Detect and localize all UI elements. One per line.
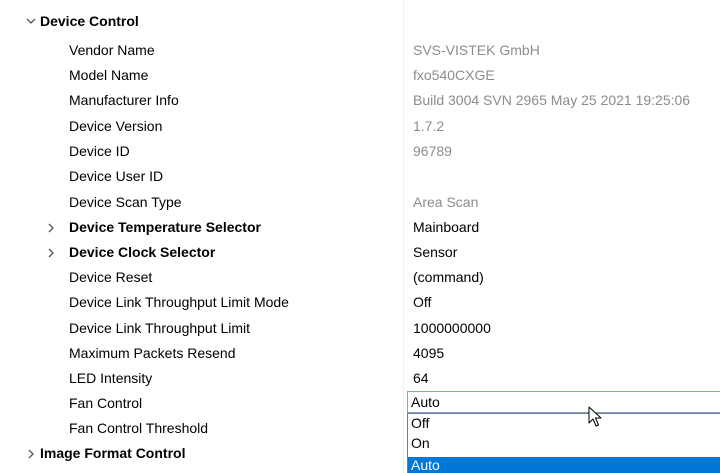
property-name: Device Version [69,118,163,134]
chevron-down-icon[interactable] [24,9,38,34]
property-name: Device Reset [69,269,153,285]
fan-control-combobox[interactable]: Auto [407,391,720,413]
dropdown-option-auto[interactable]: Auto [408,457,720,473]
mouse-pointer-icon [588,406,602,431]
property-value[interactable]: 64 [413,366,429,391]
property-value: fxo540CXGE [413,67,495,83]
property-row-model-name[interactable]: Model Name fxo540CXGE [0,63,720,88]
chevron-right-icon[interactable] [44,240,58,265]
property-name: Device Temperature Selector [69,219,261,235]
property-name: Manufacturer Info [69,92,179,108]
property-row-manufacturer-info[interactable]: Manufacturer Info Build 3004 SVN 2965 Ma… [0,88,720,113]
property-row-maximum-packets-resend[interactable]: Maximum Packets Resend 4095 [0,341,720,366]
property-name: Device Link Throughput Limit Mode [69,294,289,310]
property-value[interactable]: 4095 [413,341,444,366]
property-value: SVS-VISTEK GmbH [413,42,540,58]
property-name: Device Link Throughput Limit [69,320,251,336]
dropdown-option-off[interactable]: Off [408,415,720,432]
property-value[interactable]: Mainboard [413,215,479,240]
fan-control-dropdown-list[interactable]: Off On Auto [407,413,720,473]
group-device-control[interactable]: Device Control [0,9,720,34]
property-row-device-scan-type[interactable]: Device Scan Type Area Scan [0,190,720,215]
property-value: Build 3004 SVN 2965 May 25 2021 19:25:06 [413,92,691,108]
property-name: Fan Control [69,395,143,411]
property-row-device-user-id[interactable]: Device User ID [0,164,720,189]
property-value[interactable]: Sensor [413,240,457,265]
property-row-vendor-name[interactable]: Vendor Name SVS-VISTEK GmbH [0,38,720,63]
property-row-device-id[interactable]: Device ID 96789 [0,139,720,164]
property-name: Device Clock Selector [69,244,216,260]
group-label: Device Control [40,13,139,29]
property-name: Device User ID [69,168,164,184]
dropdown-option-on[interactable]: On [408,435,720,452]
property-row-device-link-throughput-limit-mode[interactable]: Device Link Throughput Limit Mode Off [0,290,720,315]
property-row-device-clock-selector[interactable]: Device Clock Selector Sensor [0,240,720,265]
chevron-right-icon[interactable] [44,215,58,240]
property-name: Fan Control Threshold [69,420,209,436]
property-row-device-version[interactable]: Device Version 1.7.2 [0,114,720,139]
property-name: LED Intensity [69,370,153,386]
property-value[interactable]: 1000000000 [413,316,491,341]
property-value[interactable]: (command) [413,265,484,290]
property-name: Vendor Name [69,42,155,58]
property-value: 1.7.2 [413,118,445,134]
property-name: Model Name [69,67,149,83]
property-row-led-intensity[interactable]: LED Intensity 64 [0,366,720,391]
combobox-selected-value: Auto [411,394,440,410]
property-name: Device ID [69,143,130,159]
property-row-device-temperature-selector[interactable]: Device Temperature Selector Mainboard [0,215,720,240]
property-row-device-reset[interactable]: Device Reset (command) [0,265,720,290]
property-name: Maximum Packets Resend [69,345,236,361]
property-value: Area Scan [413,194,479,210]
group-label: Image Format Control [40,445,186,461]
property-name: Device Scan Type [69,194,182,210]
property-value: 96789 [413,143,452,159]
chevron-right-icon[interactable] [24,441,38,466]
property-row-device-link-throughput-limit[interactable]: Device Link Throughput Limit 1000000000 [0,316,720,341]
property-value[interactable]: Off [413,290,431,315]
